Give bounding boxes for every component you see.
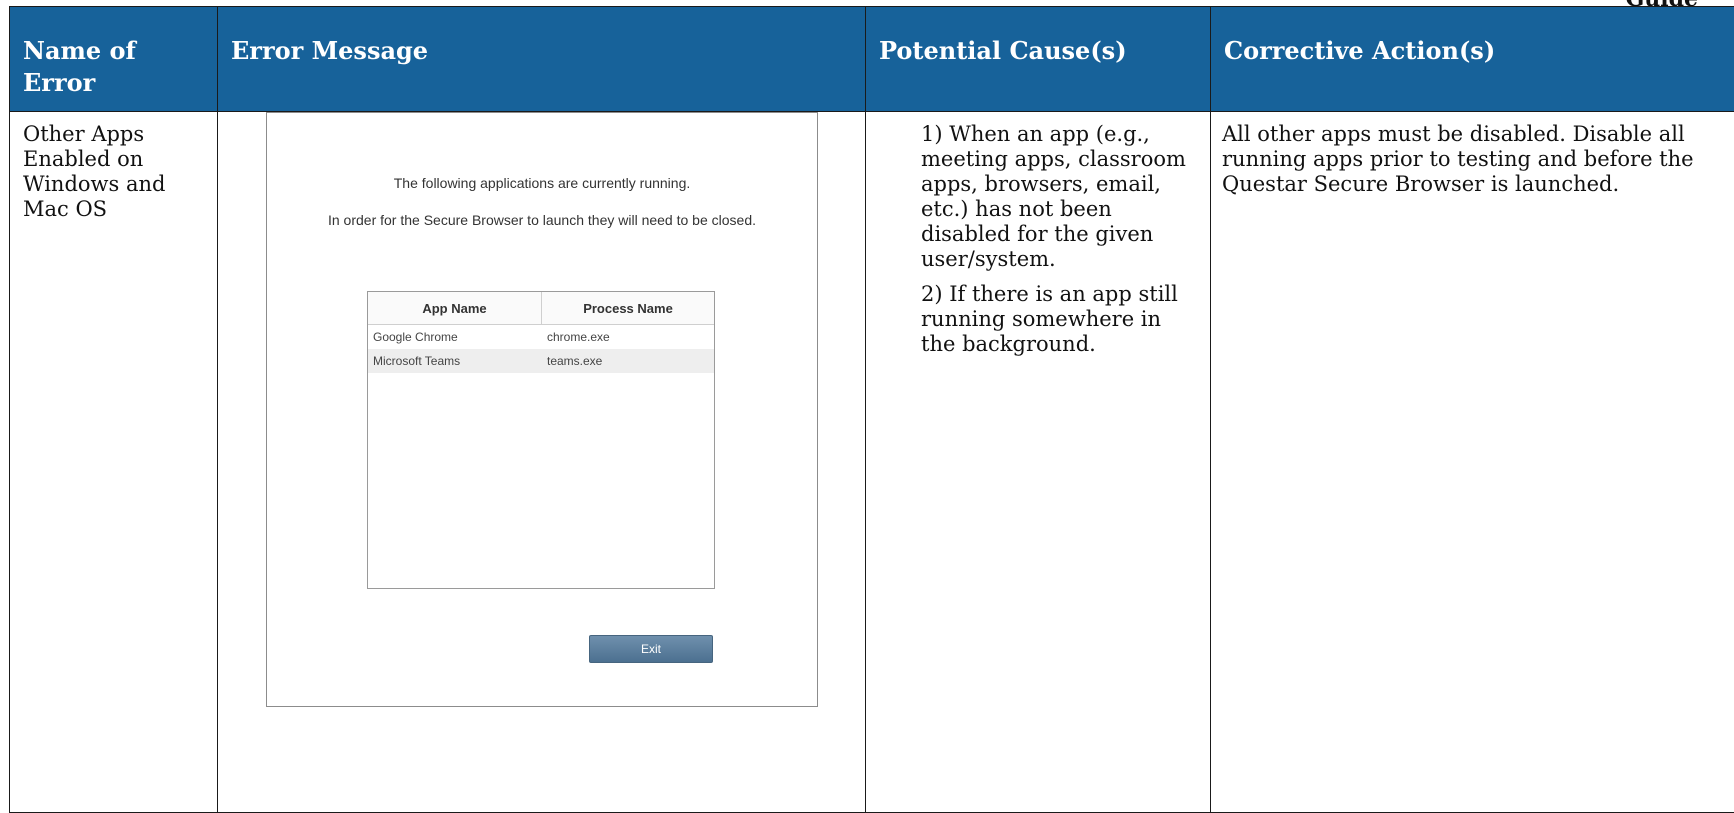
corrective-action-cell: All other apps must be disabled. Disable… <box>1211 112 1734 813</box>
column-process-name: Process Name <box>542 292 714 324</box>
apps-table-header: App Name Process Name <box>368 292 714 325</box>
header-error-message: Error Message <box>218 7 866 112</box>
app-name: Microsoft Teams <box>368 349 541 374</box>
exit-button[interactable]: Exit <box>589 635 713 663</box>
error-name-cell: Other Apps Enabled on Windows and Mac OS <box>10 112 218 813</box>
potential-causes-cell: 1) When an app (e.g., meeting apps, clas… <box>866 112 1211 813</box>
cause-item: 2) If there is an app still running some… <box>921 282 1200 357</box>
header-potential-causes: Potential Cause(s) <box>866 7 1211 112</box>
dialog-message-line2: In order for the Secure Browser to launc… <box>287 210 797 231</box>
header-name-of-error: Name of Error <box>10 7 218 112</box>
error-message-cell: The following applications are currently… <box>218 112 866 813</box>
running-apps-table: App Name Process Name Google Chrome chro… <box>367 291 715 589</box>
header-row: Name of Error Error Message Potential Ca… <box>10 7 1734 112</box>
header-corrective-actions: Corrective Action(s) <box>1211 7 1734 112</box>
process-name: chrome.exe <box>541 325 714 350</box>
dialog-message-line1: The following applications are currently… <box>267 171 817 196</box>
process-name: teams.exe <box>541 349 714 374</box>
table-row: Other Apps Enabled on Windows and Mac OS… <box>10 112 1734 813</box>
running-apps-dialog: The following applications are currently… <box>266 112 818 707</box>
app-name: Google Chrome <box>368 325 541 350</box>
cause-item: 1) When an app (e.g., meeting apps, clas… <box>921 122 1200 272</box>
error-table: Name of Error Error Message Potential Ca… <box>9 6 1734 813</box>
app-row[interactable]: Google Chrome chrome.exe <box>368 325 714 349</box>
app-row[interactable]: Microsoft Teams teams.exe <box>368 349 714 373</box>
column-app-name: App Name <box>368 292 542 324</box>
